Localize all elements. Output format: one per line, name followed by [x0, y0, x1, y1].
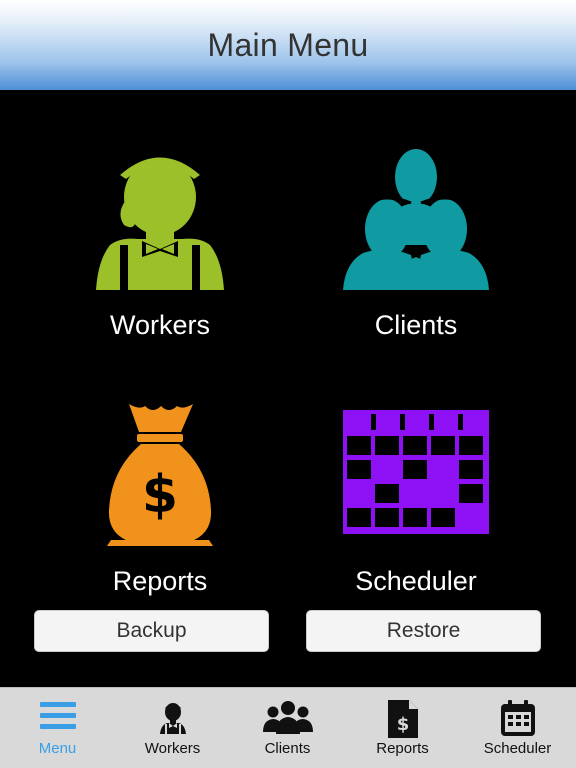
scheduler-tile[interactable]: Scheduler [316, 410, 516, 605]
workers-tile[interactable]: Workers [60, 145, 260, 355]
worker-icon [159, 703, 186, 734]
reports-label: Reports [112, 566, 208, 596]
svg-text:$: $ [142, 465, 178, 525]
report-document-icon: $ [387, 700, 418, 738]
workers-label: Workers [109, 310, 210, 340]
page-title: Main Menu [207, 26, 369, 63]
restore-button[interactable]: Restore [306, 610, 541, 652]
calendar-grid-icon [343, 410, 489, 534]
tab-workers-label: Workers [144, 740, 201, 757]
header-bar: Main Menu [0, 0, 576, 90]
tab-menu[interactable]: Menu [0, 688, 115, 768]
reports-tile[interactable]: $ Reports [60, 400, 260, 605]
backup-button[interactable]: Backup [34, 610, 269, 652]
tab-menu-label: Menu [38, 740, 77, 757]
tab-workers[interactable]: Workers [115, 688, 230, 768]
clients-tile[interactable]: Clients [316, 145, 516, 355]
tab-scheduler[interactable]: Scheduler [460, 688, 575, 768]
clients-label: Clients [374, 310, 458, 340]
money-bag-icon: $ [107, 404, 213, 546]
hamburger-icon [39, 702, 76, 729]
tab-reports-label: Reports [376, 740, 429, 757]
clients-icon [262, 701, 313, 734]
tab-bar: Menu Workers Clients $ Reports Scheduler [0, 687, 576, 768]
svg-text:$: $ [396, 714, 409, 735]
clients-icon [343, 149, 489, 290]
calendar-icon [500, 700, 535, 736]
tab-reports[interactable]: $ Reports [345, 688, 460, 768]
worker-icon [96, 157, 224, 290]
scheduler-label: Scheduler [355, 566, 477, 596]
tab-clients[interactable]: Clients [230, 688, 345, 768]
tab-scheduler-label: Scheduler [483, 740, 552, 757]
tab-clients-label: Clients [264, 740, 311, 757]
